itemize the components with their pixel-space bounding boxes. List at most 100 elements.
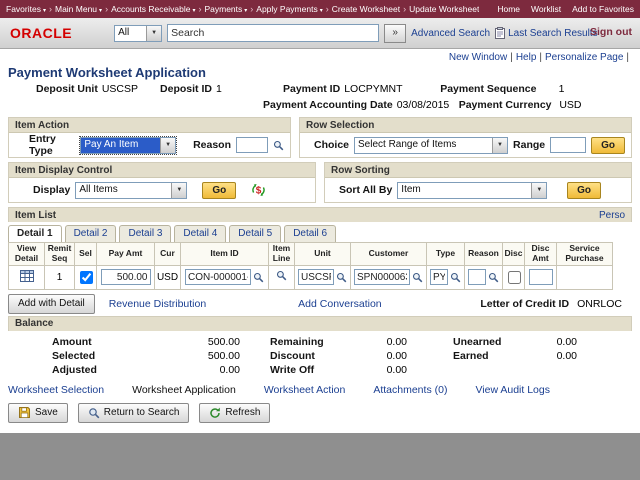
- item-line-lookup-icon[interactable]: [276, 270, 287, 281]
- worksheet-application-current: Worksheet Application: [132, 384, 236, 396]
- type-input[interactable]: [430, 269, 448, 285]
- home-link[interactable]: Home: [497, 4, 520, 14]
- breadcrumb: Favorites▾ › Main Menu▾ › Accounts Recei…: [6, 4, 479, 14]
- unit-lookup-icon[interactable]: [336, 272, 347, 283]
- write-off-label: Write Off: [270, 363, 342, 377]
- view-detail-icon[interactable]: [20, 270, 34, 282]
- attachments-link[interactable]: Attachments (0): [373, 384, 447, 396]
- tab-detail-3[interactable]: Detail 3: [119, 225, 171, 242]
- sign-out-link[interactable]: Sign out: [590, 26, 632, 38]
- chevron-down-icon[interactable]: ▼: [171, 183, 186, 198]
- worksheet-selection-link[interactable]: Worksheet Selection: [8, 384, 104, 396]
- save-button[interactable]: Save: [8, 403, 68, 423]
- display-go-button[interactable]: Go: [202, 182, 236, 199]
- chevron-down-icon[interactable]: ▼: [146, 26, 161, 41]
- display-label: Display: [33, 184, 70, 196]
- breadcrumb-separator: ›: [49, 4, 52, 14]
- select-row-checkbox[interactable]: [80, 271, 93, 284]
- add-with-detail-button[interactable]: Add with Detail: [8, 294, 95, 314]
- row-sorting-groupbox: Row Sorting Sort All By Item ▼ Go: [324, 162, 632, 203]
- tab-detail-6[interactable]: Detail 6: [284, 225, 336, 242]
- unit-input[interactable]: [298, 269, 334, 285]
- balance-header: Balance: [8, 316, 632, 331]
- oracle-logo: ORACLE: [10, 25, 72, 41]
- chevron-down-icon[interactable]: ▼: [492, 138, 507, 153]
- payment-id-label: Payment ID: [283, 83, 340, 95]
- search-go-button[interactable]: »: [384, 24, 406, 43]
- search-scope-select[interactable]: All ▼: [114, 25, 162, 42]
- search-input[interactable]: [167, 24, 379, 42]
- chevron-down-icon[interactable]: ▼: [531, 183, 546, 198]
- tab-detail-2[interactable]: Detail 2: [65, 225, 117, 242]
- display-select[interactable]: All Items ▼: [75, 182, 187, 199]
- range-go-button[interactable]: Go: [591, 137, 625, 154]
- sort-all-by-select[interactable]: Item ▼: [397, 182, 547, 199]
- refresh-button[interactable]: Refresh: [199, 403, 270, 423]
- help-link[interactable]: Help: [516, 52, 537, 63]
- advanced-search-link[interactable]: Advanced Search: [411, 28, 490, 39]
- col-header-type: Type: [427, 243, 465, 266]
- application-window: Favorites▾ › Main Menu▾ › Accounts Recei…: [0, 0, 640, 433]
- breadcrumb-item-favorites[interactable]: Favorites▾: [6, 4, 46, 14]
- item-id-input[interactable]: [185, 269, 251, 285]
- row-selection-groupbox: Row Selection Choice Select Range of Ite…: [299, 117, 632, 158]
- breadcrumb-item-update-worksheet[interactable]: Update Worksheet: [409, 4, 479, 14]
- view-audit-logs-link[interactable]: View Audit Logs: [475, 384, 550, 396]
- col-header-disc-amt: Disc Amt: [525, 243, 557, 266]
- breadcrumb-item-payments[interactable]: Payments▾: [204, 4, 247, 14]
- row-reason-input[interactable]: [468, 269, 486, 285]
- worksheet-action-link[interactable]: Worksheet Action: [264, 384, 346, 396]
- chevron-down-icon[interactable]: ▼: [160, 138, 175, 153]
- tab-detail-1[interactable]: Detail 1: [8, 225, 62, 242]
- tab-detail-4[interactable]: Detail 4: [174, 225, 226, 242]
- personalize-link[interactable]: Personalize: [599, 210, 625, 221]
- breadcrumb-item-main-menu[interactable]: Main Menu▾: [55, 4, 102, 14]
- breadcrumb-bar: Favorites▾ › Main Menu▾ › Accounts Recei…: [0, 0, 640, 18]
- header-utility-links: Home Worklist Add to Favorites: [497, 4, 634, 14]
- reason-lookup-icon[interactable]: [273, 140, 284, 151]
- item-list-header: Item List Personalize: [8, 207, 632, 222]
- balance-body: Amount500.00 Remaining0.00 Unearned0.00 …: [0, 331, 640, 379]
- breadcrumb-item-accounts-receivable[interactable]: Accounts Receivable▾: [111, 4, 195, 14]
- return-to-search-button[interactable]: Return to Search: [78, 403, 190, 423]
- add-conversation-link[interactable]: Add Conversation: [298, 298, 381, 310]
- entry-type-select[interactable]: Pay An Item ▼: [80, 137, 176, 154]
- selected-value: 500.00: [140, 349, 240, 363]
- add-to-favorites-link[interactable]: Add to Favorites: [572, 4, 634, 14]
- pay-amt-input[interactable]: [101, 269, 151, 285]
- payment-accounting-date-value: 03/08/2015: [397, 99, 455, 111]
- disc-checkbox[interactable]: [508, 271, 521, 284]
- last-search-results-link[interactable]: Last Search Results: [508, 28, 598, 39]
- customer-lookup-icon[interactable]: [412, 272, 423, 283]
- type-lookup-icon[interactable]: [450, 272, 461, 283]
- sort-go-button[interactable]: Go: [567, 182, 601, 199]
- deposit-unit-label: Deposit Unit: [36, 83, 98, 95]
- refresh-icon: [209, 407, 221, 419]
- row-reason-lookup-icon[interactable]: [488, 272, 499, 283]
- breadcrumb-item-create-worksheet[interactable]: Create Worksheet: [332, 4, 400, 14]
- currency-conversion-icon[interactable]: $: [251, 183, 266, 197]
- item-action-title: Item Action: [15, 120, 69, 131]
- breadcrumb-separator: ›: [326, 4, 329, 14]
- choice-select[interactable]: Select Range of Items ▼: [354, 137, 508, 154]
- worklist-link[interactable]: Worklist: [531, 4, 561, 14]
- item-list-title: Item List: [15, 210, 56, 221]
- breadcrumb-item-apply-payments[interactable]: Apply Payments▾: [256, 4, 322, 14]
- entry-type-label: Entry Type: [29, 133, 75, 157]
- disc-amt-input[interactable]: [529, 269, 553, 285]
- item-id-lookup-icon[interactable]: [253, 272, 264, 283]
- chevron-down-icon: ▾: [320, 7, 323, 14]
- separator: |: [626, 52, 629, 63]
- revenue-distribution-link[interactable]: Revenue Distribution: [109, 298, 206, 310]
- header-bar: ORACLE All ▼ » Advanced Search Last Sear…: [0, 18, 640, 49]
- personalize-page-link[interactable]: Personalize Page: [545, 52, 623, 63]
- range-input[interactable]: [550, 137, 586, 153]
- tab-detail-5[interactable]: Detail 5: [229, 225, 281, 242]
- reason-input[interactable]: [236, 137, 268, 153]
- deposit-unit-value: USCSP: [102, 83, 138, 95]
- chevron-down-icon: ▾: [244, 7, 247, 14]
- selected-label: Selected: [52, 349, 140, 363]
- col-header-unit: Unit: [295, 243, 351, 266]
- customer-input[interactable]: [354, 269, 410, 285]
- new-window-link[interactable]: New Window: [449, 52, 507, 63]
